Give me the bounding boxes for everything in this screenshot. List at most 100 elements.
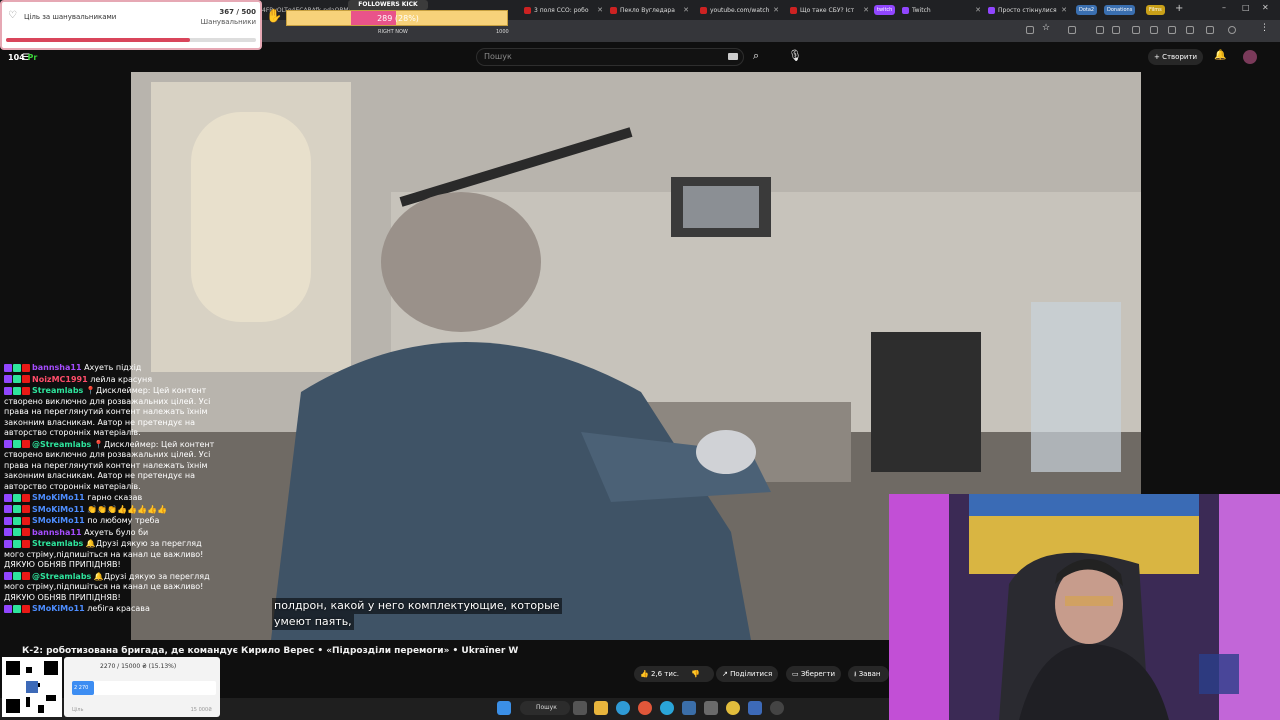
chat-message: SMoKiMo11 лебіга красава <box>4 604 216 615</box>
chat-username[interactable]: NoizMC1991 <box>32 375 88 384</box>
app-icon-2[interactable] <box>704 701 718 715</box>
extension-icon-6[interactable] <box>1186 26 1194 34</box>
goal-title: Ціль за шанувальниками <box>24 13 117 21</box>
chat-badges <box>4 505 32 513</box>
search-input[interactable]: Пошук <box>476 48 744 66</box>
edge-icon[interactable] <box>616 701 630 715</box>
goal-count: 367 / 500 <box>219 8 256 16</box>
right-now-label: RIGHT NOW <box>378 29 408 35</box>
chat-text: лебіга красава <box>87 604 150 613</box>
followers-kick-value: 289 (28%) <box>377 14 419 23</box>
like-button[interactable]: 👍 2,6 тис. 👎 <box>634 666 714 682</box>
browser-tab[interactable]: Пекло Вугледара ✕ <box>608 3 692 18</box>
video-title: К-2: роботизована бригада, де командує К… <box>22 646 519 656</box>
fan-goal-widget: ♡ Ціль за шанувальниками 367 / 500 Шанув… <box>0 0 262 50</box>
cast-icon[interactable] <box>1026 26 1034 34</box>
viewer-counter-suffix: Pr <box>27 53 38 62</box>
keyboard-icon[interactable] <box>728 53 738 60</box>
subtitle-line-2: умеют паять, <box>272 614 354 630</box>
file-explorer-icon[interactable] <box>594 701 608 715</box>
chat-username[interactable]: @Streamlabs <box>32 572 91 581</box>
chat-username[interactable]: bannsha11 <box>32 528 82 537</box>
browser-tab[interactable]: Twitch ✕ <box>900 3 984 18</box>
chrome-icon[interactable] <box>726 701 740 715</box>
chat-message: SMoKiMo11 по любому треба <box>4 516 216 527</box>
subtitle-line-1: полдрон, какой у него комплектующие, кот… <box>272 598 562 614</box>
create-button[interactable]: + Створити <box>1148 49 1204 65</box>
download-label: Заван <box>858 670 881 678</box>
extensions-icon[interactable] <box>1068 26 1076 34</box>
chat-badges <box>4 363 32 372</box>
new-tab-icon[interactable]: + <box>1175 3 1183 14</box>
extension-icon-7[interactable] <box>1206 26 1214 34</box>
webcam-illustration <box>889 494 1280 720</box>
donation-max-label: 15 000₴ <box>190 707 212 713</box>
chat-username[interactable]: SMoKiMo11 <box>32 493 85 502</box>
download-button[interactable]: ⭳ Заван <box>848 666 889 682</box>
task-view-icon[interactable] <box>573 701 587 715</box>
notifications-bell-icon[interactable]: 🔔 <box>1214 50 1226 61</box>
tab-group-pill[interactable]: Films <box>1146 5 1165 15</box>
chat-username[interactable]: @Streamlabs <box>32 440 91 449</box>
extension-icon-4[interactable] <box>1150 26 1158 34</box>
chat-username[interactable]: SMoKiMo11 <box>32 516 85 525</box>
chat-username[interactable]: bannsha11 <box>32 363 82 372</box>
tab-group-pill[interactable]: Dota2 <box>1076 5 1098 15</box>
tab-close-icon[interactable]: ✕ <box>863 3 869 18</box>
viewer-count: 104 <box>8 53 25 62</box>
profile-icon[interactable] <box>1228 26 1236 34</box>
chat-badges <box>4 493 32 502</box>
maximize-icon[interactable]: □ <box>1242 3 1250 12</box>
extension-icon-1[interactable] <box>1096 26 1104 34</box>
chat-badges <box>4 528 32 536</box>
browser-tab[interactable]: 3 поля ССО: робо ✕ <box>522 3 606 18</box>
microphone-icon[interactable]: 🎙 <box>788 49 802 62</box>
followers-kick-widget: FOLLOWERS KICK 289 (28%) RIGHT NOW 1000 <box>286 0 510 36</box>
bookmark-star-icon[interactable]: ☆ <box>1042 23 1050 33</box>
close-window-icon[interactable]: ✕ <box>1262 3 1269 12</box>
tab-favicon-icon <box>524 7 531 14</box>
chat-username[interactable]: SMoKiMo11 <box>32 505 85 514</box>
app-icon-1[interactable] <box>682 701 696 715</box>
browser-tab[interactable]: Просто стікнулися ✕ <box>986 3 1070 18</box>
goal-progress-fill <box>6 38 190 42</box>
taskbar-search[interactable]: Пошук <box>520 701 570 715</box>
telegram-icon[interactable] <box>660 701 674 715</box>
chat-username[interactable]: Streamlabs <box>32 386 83 395</box>
minimize-icon[interactable]: – <box>1222 3 1226 12</box>
avatar[interactable] <box>1243 50 1257 64</box>
tab-group-pill[interactable]: twitch <box>874 5 896 15</box>
browser-tab[interactable]: Що таке СБУ? Іст ✕ <box>788 3 872 18</box>
tab-close-icon[interactable]: ✕ <box>773 3 779 18</box>
browser-tab[interactable]: youtube.com/watch ✕ <box>698 3 782 18</box>
extension-icon-2[interactable] <box>1112 26 1120 34</box>
tab-group-pill[interactable]: Donations <box>1104 5 1136 15</box>
thumbs-down-icon[interactable]: 👎 <box>691 670 700 678</box>
chat-badges <box>4 386 32 395</box>
share-button[interactable]: ↗ Поділитися <box>716 666 779 682</box>
chat-message: Streamlabs 📍Дисклеймер: Цей контент ство… <box>4 386 216 439</box>
tab-favicon-icon <box>700 7 707 14</box>
chat-text: 👏👏👏👍👍👍👍👍 <box>87 504 167 514</box>
settings-icon[interactable] <box>748 701 762 715</box>
chat-username[interactable]: SMoKiMo11 <box>32 604 85 613</box>
save-icon: ▭ <box>792 670 799 678</box>
tab-close-icon[interactable]: ✕ <box>597 3 603 18</box>
tab-label: 3 поля ССО: робо <box>534 7 589 14</box>
tab-close-icon[interactable]: ✕ <box>975 3 981 18</box>
video-subtitles: полдрон, какой у него комплектующие, кот… <box>272 598 562 630</box>
tab-close-icon[interactable]: ✕ <box>683 3 689 18</box>
search-icon[interactable]: ⌕ <box>753 49 759 63</box>
tab-favicon-icon <box>988 7 995 14</box>
chat-username[interactable]: Streamlabs <box>32 539 83 548</box>
viewer-counter: 104 Pr <box>8 53 37 62</box>
obs-icon[interactable] <box>770 701 784 715</box>
extension-icon-5[interactable] <box>1168 26 1176 34</box>
tab-close-icon[interactable]: ✕ <box>1061 3 1067 18</box>
browser-menu-icon[interactable]: ⋮ <box>1260 23 1269 33</box>
screen: 3 поля ССО: робо ✕ Пекло Вугледара ✕ youtube… <box>0 0 1280 720</box>
save-button[interactable]: ▭ Зберегти <box>786 666 842 682</box>
start-menu-icon[interactable] <box>497 701 511 715</box>
extension-icon-3[interactable] <box>1132 26 1140 34</box>
firefox-icon[interactable] <box>638 701 652 715</box>
